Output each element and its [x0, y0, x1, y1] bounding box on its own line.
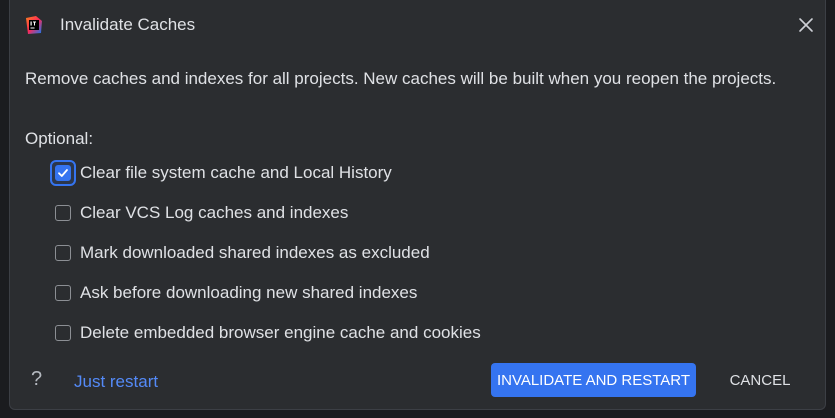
option-clear-file-system-cache[interactable]: Clear file system cache and Local Histor…	[50, 159, 392, 187]
option-mark-shared-indexes-excluded[interactable]: Mark downloaded shared indexes as exclud…	[50, 239, 430, 267]
optional-label: Optional:	[25, 129, 94, 148]
checkbox-unchecked[interactable]	[55, 325, 71, 341]
checkbox-unchecked[interactable]	[55, 205, 71, 221]
checkbox-wrap	[50, 200, 76, 226]
checkbox-unchecked[interactable]	[55, 245, 71, 261]
option-label: Mark downloaded shared indexes as exclud…	[80, 243, 430, 262]
intellij-idea-icon	[24, 15, 44, 35]
option-ask-before-downloading[interactable]: Ask before downloading new shared indexe…	[50, 279, 417, 307]
checkbox-focus-ring	[50, 160, 76, 186]
checkbox-wrap	[50, 240, 76, 266]
option-clear-vcs-log-caches[interactable]: Clear VCS Log caches and indexes	[50, 199, 348, 227]
dialog-titlebar: Invalidate Caches	[10, 0, 825, 50]
option-delete-browser-cache[interactable]: Delete embedded browser engine cache and…	[50, 319, 481, 347]
close-icon[interactable]	[796, 15, 816, 35]
checkbox-wrap	[50, 280, 76, 306]
just-restart-link[interactable]: Just restart	[74, 372, 158, 392]
option-label: Delete embedded browser engine cache and…	[80, 323, 481, 342]
checkmark-icon	[58, 169, 68, 177]
checkbox-unchecked[interactable]	[55, 285, 71, 301]
dialog-description: Remove caches and indexes for all projec…	[25, 69, 777, 88]
dialog-title: Invalidate Caches	[60, 15, 196, 34]
help-icon[interactable]: ?	[31, 368, 42, 391]
option-label: Clear file system cache and Local Histor…	[80, 163, 392, 182]
option-label: Clear VCS Log caches and indexes	[80, 203, 349, 222]
checkbox-checked[interactable]	[55, 165, 71, 181]
cancel-button[interactable]: CANCEL	[710, 363, 810, 397]
invalidate-caches-dialog: Invalidate Caches Remove caches and inde…	[9, 0, 826, 410]
option-label: Ask before downloading new shared indexe…	[80, 283, 418, 302]
invalidate-and-restart-button[interactable]: INVALIDATE AND RESTART	[491, 363, 696, 397]
checkbox-wrap	[50, 320, 76, 346]
